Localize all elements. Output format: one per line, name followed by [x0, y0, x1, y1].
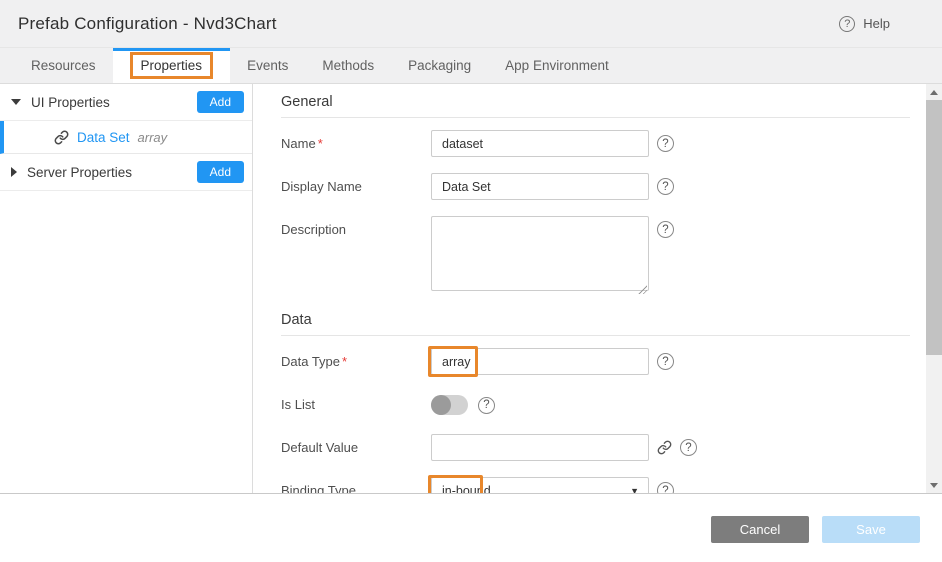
data-type-input[interactable] [431, 348, 649, 375]
dialog-tabbar: Resources Properties Events Methods Pack… [0, 48, 942, 84]
is-list-label: Is List [281, 391, 431, 412]
bind-value-link-icon[interactable] [657, 440, 672, 455]
sidebar-group-server-properties[interactable]: Server Properties Add [0, 154, 252, 191]
binding-type-value: in-bound [442, 484, 491, 494]
tab-methods[interactable]: Methods [305, 48, 391, 83]
property-form: General Name* ? Display Name ? Descripti… [253, 84, 926, 493]
data-type-help-icon[interactable]: ? [657, 353, 674, 370]
prefab-configuration-dialog: Prefab Configuration - Nvd3Chart ? Help … [0, 0, 942, 562]
dialog-header: Prefab Configuration - Nvd3Chart ? Help [0, 0, 942, 48]
is-list-help-icon[interactable]: ? [478, 397, 495, 414]
data-type-row: Data Type* ? [281, 348, 910, 375]
scrollbar-thumb[interactable] [926, 100, 942, 355]
caret-right-icon [11, 167, 17, 177]
help-button[interactable]: ? Help [839, 16, 890, 32]
tab-app-environment[interactable]: App Environment [488, 48, 626, 83]
display-name-row: Display Name ? [281, 173, 910, 200]
default-value-label: Default Value [281, 434, 431, 455]
sidebar-group-ui-properties[interactable]: UI Properties Add [0, 84, 252, 121]
scroll-up-button[interactable] [926, 84, 942, 100]
tab-resources[interactable]: Resources [14, 48, 113, 83]
description-textarea[interactable] [431, 216, 649, 291]
section-data: Data [281, 312, 910, 336]
name-input[interactable] [431, 130, 649, 157]
cancel-button[interactable]: Cancel [711, 516, 809, 543]
display-name-input[interactable] [431, 173, 649, 200]
default-value-help-icon[interactable]: ? [680, 439, 697, 456]
annotation-highlight-tab: Properties [130, 52, 214, 79]
ui-properties-label: UI Properties [31, 95, 110, 110]
tab-packaging[interactable]: Packaging [391, 48, 488, 83]
scroll-down-icon [930, 483, 938, 488]
binding-type-label: Binding Type [281, 477, 431, 493]
binding-link-icon [54, 130, 69, 145]
default-value-input[interactable] [431, 434, 649, 461]
default-value-row: Default Value ? [281, 434, 910, 461]
name-label: Name* [281, 130, 431, 151]
is-list-row: Is List ? [281, 391, 910, 418]
properties-sidebar: UI Properties Add Data Set array Server … [0, 84, 253, 493]
caret-down-icon [11, 99, 21, 105]
section-general: General [281, 94, 910, 118]
scroll-up-icon [930, 90, 938, 95]
display-name-help-icon[interactable]: ? [657, 178, 674, 195]
add-server-property-button[interactable]: Add [197, 161, 244, 183]
name-row: Name* ? [281, 130, 910, 157]
sidebar-item-dataset[interactable]: Data Set array [0, 121, 252, 154]
binding-type-help-icon[interactable]: ? [657, 482, 674, 493]
help-circle-icon: ? [839, 16, 855, 32]
scroll-down-button[interactable] [926, 477, 942, 493]
data-type-label: Data Type* [281, 348, 431, 369]
required-asterisk: * [342, 354, 347, 369]
name-help-icon[interactable]: ? [657, 135, 674, 152]
add-ui-property-button[interactable]: Add [197, 91, 244, 113]
dropdown-arrow-icon: ▼ [630, 486, 639, 494]
dialog-footer: Cancel Save [0, 493, 942, 562]
binding-type-row: Binding Type in-bound ▼ ? [281, 477, 910, 493]
help-label: Help [863, 16, 890, 31]
dataset-item-label: Data Set [77, 130, 130, 145]
tab-events[interactable]: Events [230, 48, 305, 83]
server-properties-label: Server Properties [27, 165, 132, 180]
display-name-label: Display Name [281, 173, 431, 194]
toggle-knob [431, 395, 451, 415]
binding-type-select[interactable]: in-bound ▼ [431, 477, 649, 493]
description-help-icon[interactable]: ? [657, 221, 674, 238]
required-asterisk: * [318, 136, 323, 151]
description-label: Description [281, 216, 431, 237]
tab-properties[interactable]: Properties [113, 48, 231, 83]
is-list-toggle[interactable] [431, 395, 468, 415]
vertical-scrollbar[interactable] [926, 84, 942, 493]
description-row: Description ? [281, 216, 910, 296]
dataset-item-type: array [138, 130, 168, 145]
save-button[interactable]: Save [822, 516, 920, 543]
page-title: Prefab Configuration - Nvd3Chart [18, 14, 277, 34]
